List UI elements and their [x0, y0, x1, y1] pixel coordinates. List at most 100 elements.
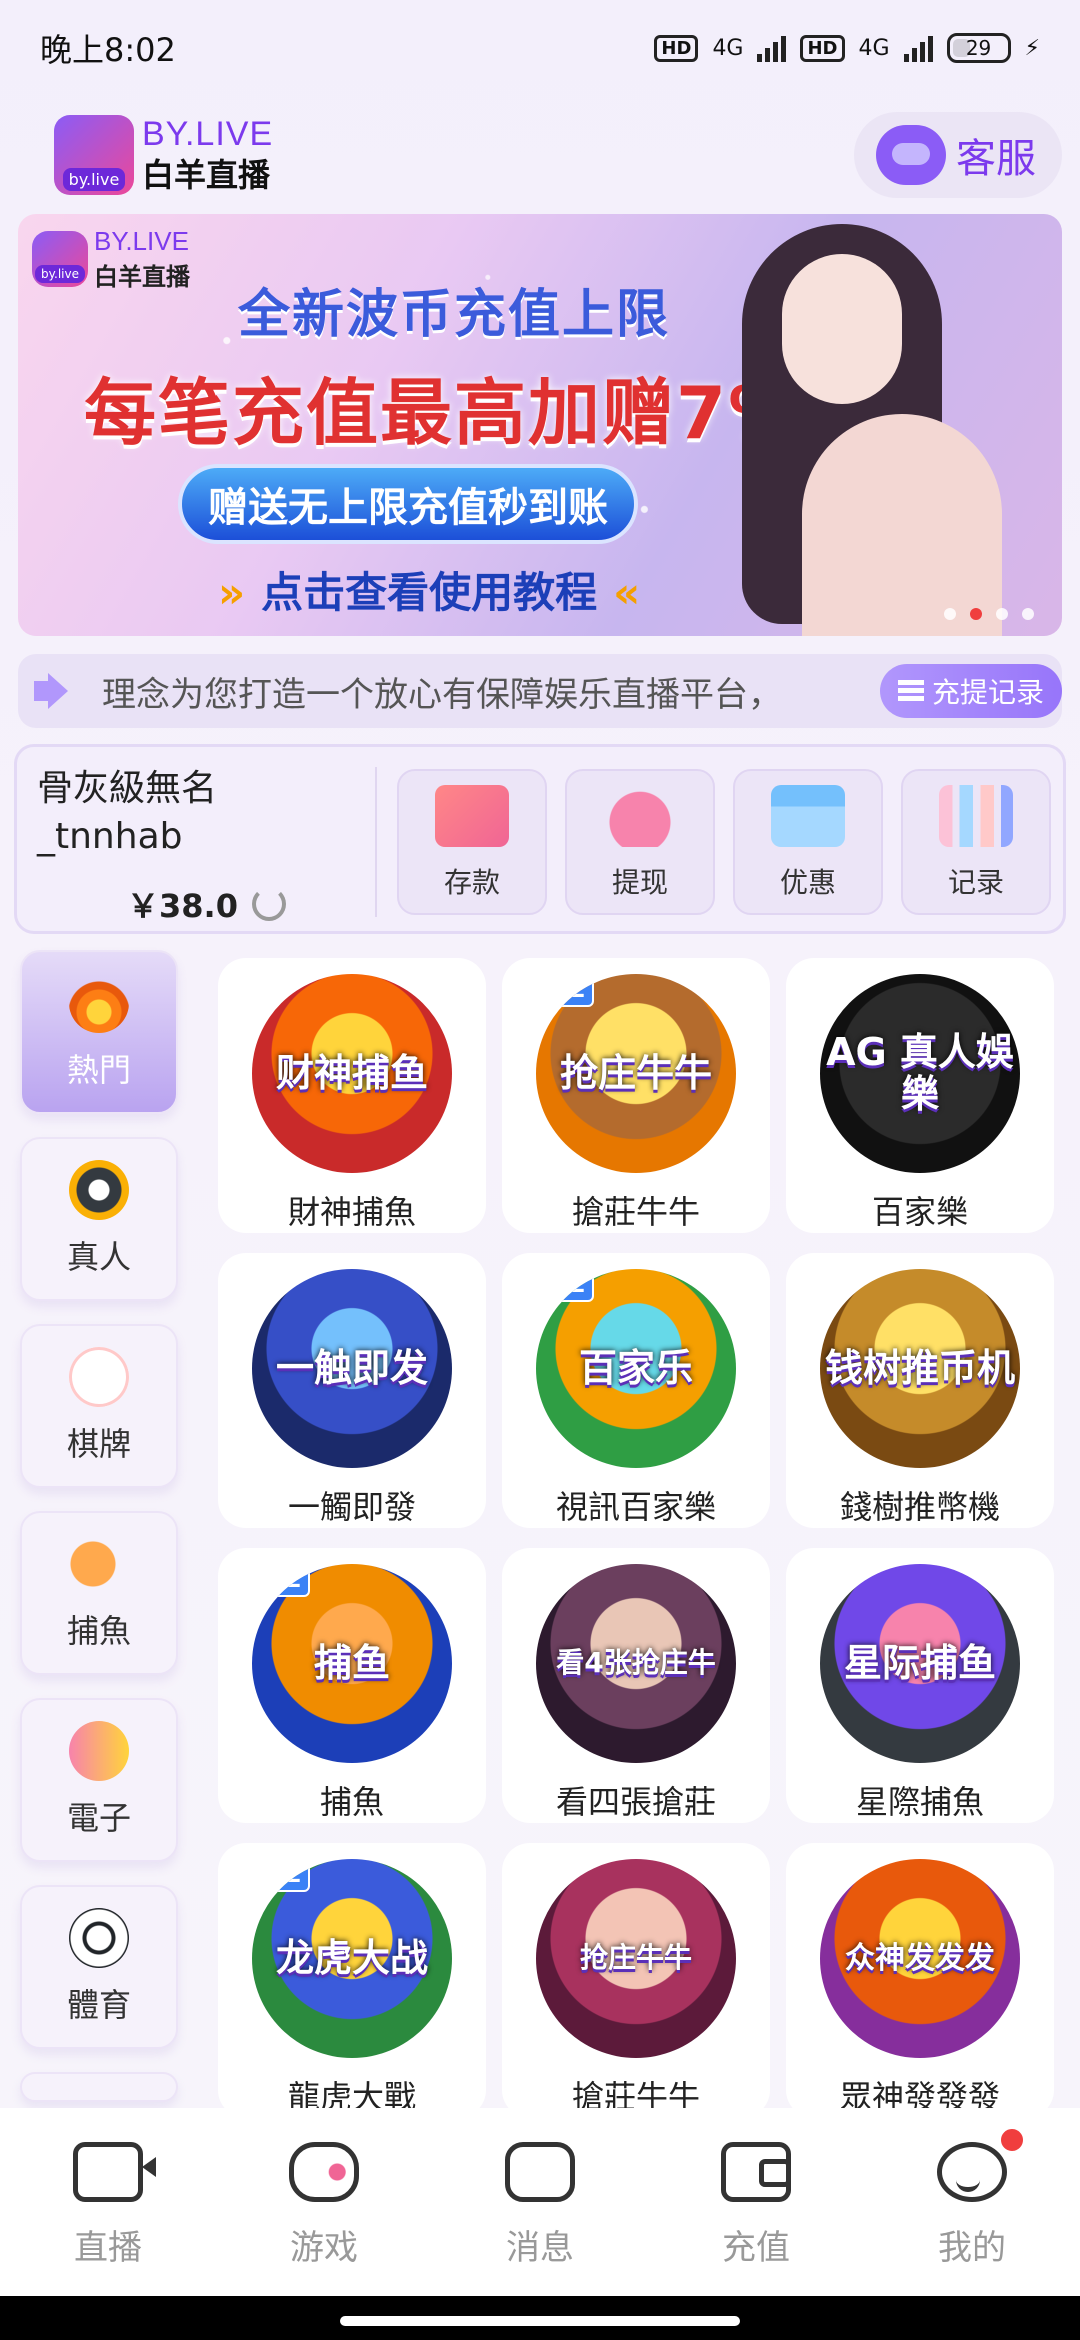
- promotions-button[interactable]: 优惠: [733, 769, 883, 915]
- customer-service-button[interactable]: 客服: [854, 112, 1062, 198]
- game-thumbnail: WL 百家乐: [536, 1269, 736, 1468]
- game-grid: 财神捕鱼 財神捕魚 WL 抢庄牛牛 搶莊牛牛 AG 真人娛樂 百家樂 一触即发 一…: [218, 958, 1070, 2108]
- category-hot[interactable]: 熱門: [20, 950, 178, 1114]
- category-label: 真人: [66, 1238, 131, 1276]
- game-art-title: 抢庄牛牛: [559, 1050, 712, 1095]
- banner-logo-badge: by.live: [35, 265, 85, 283]
- game-card[interactable]: WL 龙虎大战 龍虎大戰: [218, 1843, 486, 2108]
- refresh-icon[interactable]: [251, 887, 286, 921]
- game-name: 財神捕魚: [287, 1193, 416, 1231]
- logo-badge: by.live: [62, 168, 126, 191]
- banner-model-image: [722, 214, 1022, 636]
- category-sports[interactable]: 體育: [20, 1885, 178, 2049]
- game-card[interactable]: 一触即发 一觸即發: [218, 1253, 486, 1528]
- category-more[interactable]: [20, 2072, 178, 2102]
- speaker-icon: [34, 671, 84, 711]
- announcement-text: 理念为您打造一个放心有保障娱乐直播平台，: [102, 674, 782, 715]
- carousel-dot[interactable]: [996, 608, 1008, 620]
- banner-tutorial-link[interactable]: 点击查看使用教程: [218, 559, 640, 620]
- logo-mark-icon: by.live: [54, 115, 134, 195]
- card-icon: [62, 1340, 136, 1414]
- wl-badge: WL: [252, 1564, 311, 1597]
- category-label: 體育: [66, 1986, 131, 2024]
- game-art-title: 一触即发: [275, 1345, 428, 1390]
- game-thumbnail: AG 真人娛樂: [820, 974, 1020, 1173]
- records-label: 记录: [947, 866, 1004, 899]
- game-name: 眾神發發發: [839, 2078, 1000, 2108]
- promo-banner[interactable]: by.live BY.LIVE 白羊直播 全新波币充值上限 每笔充值最高加赠7%…: [18, 214, 1062, 636]
- game-card[interactable]: 看4张抢庄牛 看四張搶莊: [502, 1548, 770, 1823]
- deposit-button[interactable]: 存款: [397, 769, 547, 915]
- game-name: 搶莊牛牛: [571, 2078, 700, 2108]
- game-name: 看四張搶莊: [555, 1783, 716, 1821]
- chat-icon: [505, 2142, 575, 2202]
- notification-dot: [998, 2126, 1026, 2154]
- banner-logo-english: BY.LIVE: [94, 226, 189, 256]
- game-art-title: 钱树推币机: [824, 1345, 1015, 1390]
- carousel-dot[interactable]: [944, 608, 956, 620]
- wl-badge: WL: [252, 1859, 311, 1892]
- game-name: 星際捕魚: [855, 1783, 984, 1821]
- game-card[interactable]: 财神捕鱼 財神捕魚: [218, 958, 486, 1233]
- logo-chinese: 白羊直播: [142, 155, 271, 194]
- nav-label: 充值: [722, 2228, 790, 2268]
- carousel-dot-active[interactable]: [970, 608, 982, 620]
- user-info: 骨灰級無名 _tnnhab ￥38.0: [37, 765, 377, 927]
- withdraw-label: 提现: [611, 866, 668, 899]
- category-live[interactable]: 真人: [20, 1137, 178, 1301]
- category-sidebar: 熱門 真人 棋牌 捕魚 電子 體育: [20, 950, 180, 2102]
- video-camera-icon: [73, 2142, 156, 2202]
- signal-icon: [757, 34, 787, 62]
- carousel-dot[interactable]: [1022, 608, 1034, 620]
- charging-icon: ⚡: [1024, 35, 1040, 61]
- list-icon: [897, 680, 924, 702]
- deposit-label: 存款: [443, 866, 500, 899]
- game-card[interactable]: 抢庄牛牛 搶莊牛牛: [502, 1843, 770, 2108]
- banner-title: 全新波币充值上限: [238, 285, 671, 345]
- game-thumbnail: 星际捕鱼: [820, 1564, 1020, 1763]
- nav-recharge[interactable]: 充值: [666, 2142, 846, 2269]
- game-thumbnail: 钱树推币机: [820, 1269, 1020, 1468]
- hd-icon-2: HD: [800, 34, 845, 62]
- game-card[interactable]: 星际捕鱼 星際捕魚: [786, 1548, 1054, 1823]
- transaction-records-button[interactable]: 充提记录: [879, 664, 1062, 718]
- nav-profile[interactable]: 我的: [882, 2126, 1062, 2269]
- game-name: 搶莊牛牛: [571, 1193, 700, 1231]
- nav-games[interactable]: 游戏: [234, 2142, 414, 2269]
- home-indicator[interactable]: [340, 2316, 740, 2326]
- clock: 晚上8:02: [40, 31, 176, 69]
- records-button[interactable]: 记录: [901, 769, 1051, 915]
- game-name: 龍虎大戰: [287, 2078, 416, 2108]
- game-card[interactable]: AG 真人娛樂 百家樂: [786, 958, 1054, 1233]
- category-slots[interactable]: 電子: [20, 1698, 178, 1862]
- game-thumbnail: 抢庄牛牛: [536, 1859, 736, 2058]
- category-fishing[interactable]: 捕魚: [20, 1511, 178, 1675]
- announcement-bar: 理念为您打造一个放心有保障娱乐直播平台， 充提记录: [18, 654, 1062, 728]
- game-art-title: 百家乐: [578, 1345, 693, 1390]
- category-cards[interactable]: 棋牌: [20, 1324, 178, 1488]
- wl-badge: WL: [536, 974, 595, 1007]
- game-card[interactable]: WL 抢庄牛牛 搶莊牛牛: [502, 958, 770, 1233]
- nav-messages[interactable]: 消息: [450, 2142, 630, 2269]
- game-art-title: 财神捕鱼: [275, 1050, 428, 1095]
- game-thumbnail: 财神捕鱼: [252, 974, 452, 1173]
- game-card[interactable]: 众神发发发 眾神發發發: [786, 1843, 1054, 2108]
- game-card[interactable]: WL 捕鱼 捕魚: [218, 1548, 486, 1823]
- game-card[interactable]: WL 百家乐 視訊百家樂: [502, 1253, 770, 1528]
- signal-icon-2: [903, 34, 933, 62]
- system-gesture-bar: [0, 2296, 1080, 2340]
- withdraw-button[interactable]: 提现: [565, 769, 715, 915]
- soccer-icon: [69, 1908, 129, 1968]
- card-icon: [435, 785, 509, 847]
- account-actions: 存款 提现 优惠 记录: [397, 769, 1051, 915]
- banner-logo-chinese: 白羊直播: [94, 263, 190, 291]
- game-art-title: AG 真人娛樂: [826, 1029, 1014, 1116]
- app-logo: by.live BY.LIVE 白羊直播: [54, 115, 273, 196]
- nav-live[interactable]: 直播: [18, 2142, 198, 2269]
- divider: [375, 767, 377, 917]
- game-card[interactable]: 钱树推币机 錢樹推幣機: [786, 1253, 1054, 1528]
- game-art-title: 众神发发发: [845, 1941, 995, 1976]
- wl-badge: WL: [536, 1269, 595, 1302]
- banner-logo: by.live BY.LIVE 白羊直播: [32, 226, 190, 292]
- battery-level: 29: [965, 36, 992, 60]
